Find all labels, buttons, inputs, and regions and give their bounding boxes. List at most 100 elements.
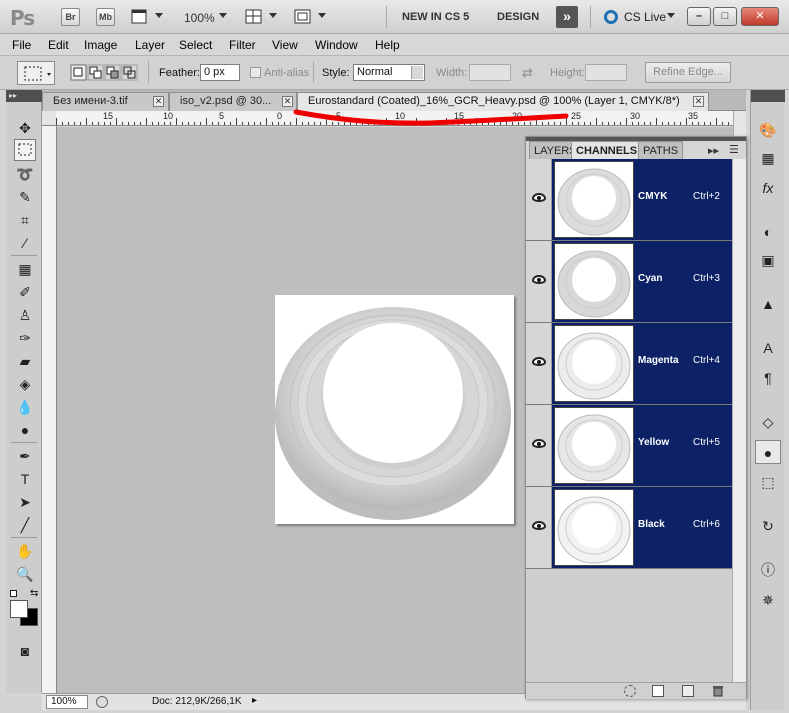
clone-stamp-tool-icon[interactable]: ♙ xyxy=(14,304,36,326)
panel-scrollbar[interactable] xyxy=(732,159,746,682)
collapse-panel-icon[interactable]: ▸▸ xyxy=(708,144,719,157)
menu-layer[interactable]: Layer xyxy=(135,38,165,52)
zoom-tool-icon[interactable]: 🔍 xyxy=(14,563,36,585)
dodge-tool-icon[interactable]: ● xyxy=(14,419,36,441)
marquee-tool-icon[interactable] xyxy=(14,139,36,161)
adjustments-icon[interactable]: ◐ xyxy=(755,220,781,244)
eraser-tool-icon[interactable]: ▰ xyxy=(14,350,36,372)
zoom-dropdown-icon[interactable] xyxy=(219,13,227,18)
menu-view[interactable]: View xyxy=(272,38,298,52)
channel-selection[interactable]: Magenta Ctrl+4 xyxy=(552,323,732,404)
hand-tool-icon[interactable]: ✋ xyxy=(14,540,36,562)
visibility-toggle[interactable] xyxy=(526,487,552,568)
new-channel-icon[interactable] xyxy=(682,685,694,697)
channels-icon[interactable]: ● xyxy=(755,440,781,464)
swap-colors-icon[interactable]: ⇆ xyxy=(30,588,38,599)
more-workspaces-button[interactable]: » xyxy=(556,6,578,28)
paragraph-icon[interactable]: ¶ xyxy=(755,366,781,390)
info-icon[interactable]: ⓘ xyxy=(755,558,781,582)
launch-minibridge-button[interactable]: Mb xyxy=(96,8,115,26)
brush-tool-icon[interactable]: ✐ xyxy=(14,281,36,303)
document-tab-active[interactable]: Eurostandard (Coated)_16%_GCR_Heavy.psd … xyxy=(297,92,709,111)
menu-edit[interactable]: Edit xyxy=(48,38,69,52)
cs-live-dropdown-icon[interactable] xyxy=(667,13,675,18)
menu-file[interactable]: File xyxy=(12,38,31,52)
visibility-toggle[interactable] xyxy=(526,405,552,486)
histogram-icon[interactable]: ▲ xyxy=(755,292,781,316)
channel-row[interactable]: CMYK Ctrl+2 xyxy=(526,159,732,241)
paths-icon[interactable]: ⬚ xyxy=(755,470,781,494)
blur-tool-icon[interactable]: 💧 xyxy=(14,396,36,418)
style-select[interactable]: Normal xyxy=(353,64,425,81)
visibility-toggle[interactable] xyxy=(526,159,552,240)
menu-filter[interactable]: Filter xyxy=(229,38,256,52)
quick-mask-icon[interactable]: ◙ xyxy=(14,640,36,662)
height-input[interactable] xyxy=(585,64,627,81)
channel-selection[interactable]: CMYK Ctrl+2 xyxy=(552,159,732,240)
close-tab-icon[interactable]: ✕ xyxy=(153,96,164,107)
visibility-toggle[interactable] xyxy=(526,241,552,322)
zoom-field[interactable]: 100% xyxy=(46,695,88,709)
horizontal-ruler[interactable]: 15 10 5 0 5 10 15 20 25 30 35 xyxy=(56,111,746,126)
trash-icon[interactable] xyxy=(712,685,724,697)
eyedropper-tool-icon[interactable]: ⁄ xyxy=(14,232,36,254)
workspace-design[interactable]: DESIGN xyxy=(497,11,539,23)
color-swatches[interactable]: ⇆ xyxy=(10,588,40,632)
view-extras-button[interactable] xyxy=(130,8,150,26)
menu-select[interactable]: Select xyxy=(179,38,212,52)
masks-icon[interactable]: ▣ xyxy=(755,248,781,272)
menu-window[interactable]: Window xyxy=(315,38,358,52)
arrange-dropdown-icon[interactable] xyxy=(269,13,277,18)
move-tool-icon[interactable]: ✥ xyxy=(14,117,36,139)
swatches-grid-icon[interactable]: ▦ xyxy=(755,146,781,170)
channel-selection[interactable]: Black Ctrl+6 xyxy=(552,487,732,568)
history-brush-tool-icon[interactable]: ✑ xyxy=(14,327,36,349)
width-input[interactable] xyxy=(469,64,511,81)
arrange-documents-button[interactable] xyxy=(244,8,264,26)
workspace-new-in-cs5[interactable]: NEW IN CS 5 xyxy=(402,11,469,23)
pen-tool-icon[interactable]: ✒ xyxy=(14,445,36,467)
paint-bucket-tool-icon[interactable]: ◈ xyxy=(14,373,36,395)
menu-image[interactable]: Image xyxy=(84,38,117,52)
view-extras-dropdown-icon[interactable] xyxy=(155,13,163,18)
lasso-tool-icon[interactable]: ➰ xyxy=(14,163,36,185)
channel-row[interactable]: Yellow Ctrl+5 xyxy=(526,405,732,487)
swap-dimensions-icon[interactable]: ⇄ xyxy=(522,65,533,81)
load-channel-as-selection-icon[interactable] xyxy=(624,685,636,697)
default-colors-icon[interactable] xyxy=(10,590,17,597)
character-icon[interactable]: A xyxy=(755,336,781,360)
close-tab-icon[interactable]: ✕ xyxy=(282,96,293,107)
styles-fx-icon[interactable]: fx xyxy=(755,176,781,200)
tool-preset-picker[interactable] xyxy=(17,61,55,85)
save-selection-as-channel-icon[interactable] xyxy=(652,685,664,697)
document-tab[interactable]: iso_v2.psd @ 30... xyxy=(169,92,297,111)
minimize-button[interactable]: – xyxy=(687,7,711,26)
tools-panel-header[interactable]: ▸▸ xyxy=(6,90,42,102)
tab-paths[interactable]: PATHS xyxy=(638,141,684,159)
selection-mode-icons[interactable] xyxy=(70,64,140,82)
close-tab-icon[interactable]: ✕ xyxy=(693,96,704,107)
visibility-toggle[interactable] xyxy=(526,323,552,404)
refine-edge-button[interactable]: Refine Edge... xyxy=(645,62,731,83)
screen-mode-dropdown-icon[interactable] xyxy=(318,13,326,18)
anti-alias-checkbox[interactable] xyxy=(250,67,261,78)
panel-menu-icon[interactable]: ☰ xyxy=(729,143,739,156)
channel-row[interactable]: Cyan Ctrl+3 xyxy=(526,241,732,323)
status-settings-icon[interactable] xyxy=(96,696,108,708)
document-tab[interactable]: Без имени-3.tif xyxy=(42,92,169,111)
launch-bridge-button[interactable]: Br xyxy=(61,8,80,26)
channel-row[interactable]: Black Ctrl+6 xyxy=(526,487,732,569)
zoom-level-dropdown[interactable]: 100% xyxy=(184,11,215,25)
channel-selection[interactable]: Cyan Ctrl+3 xyxy=(552,241,732,322)
color-palette-icon[interactable]: 🎨 xyxy=(755,118,781,142)
channel-row[interactable]: Magenta Ctrl+4 xyxy=(526,323,732,405)
restore-button[interactable]: □ xyxy=(713,7,737,26)
channel-selection[interactable]: Yellow Ctrl+5 xyxy=(552,405,732,486)
quick-selection-tool-icon[interactable]: ✎ xyxy=(14,186,36,208)
menu-help[interactable]: Help xyxy=(375,38,400,52)
navigator-icon[interactable]: ✵ xyxy=(755,588,781,612)
tab-channels[interactable]: CHANNELS xyxy=(571,141,643,159)
vertical-ruler[interactable] xyxy=(42,126,57,693)
ruler-origin[interactable] xyxy=(42,111,57,126)
cs-live-menu[interactable]: CS Live xyxy=(624,10,666,24)
